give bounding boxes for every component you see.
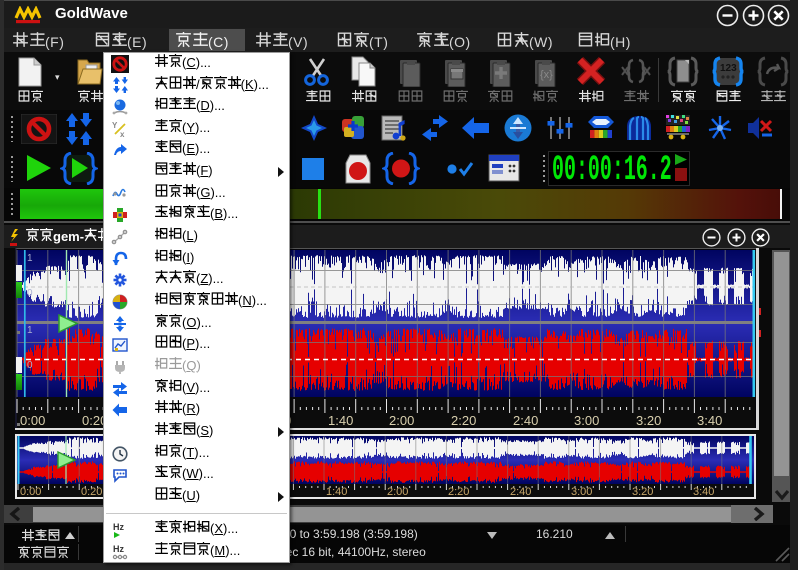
svg-text:Hz: Hz [113, 544, 124, 554]
svg-text:Y: Y [112, 121, 118, 130]
svg-text:Hz: Hz [113, 522, 124, 532]
svg-text:x: x [120, 130, 125, 138]
